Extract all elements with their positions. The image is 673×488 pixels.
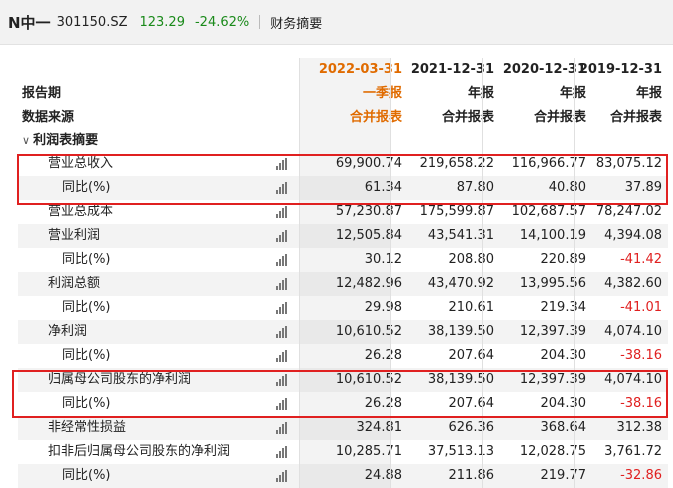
column-date[interactable]: 2021-12-31 [392, 58, 494, 82]
value-cell: 12,482.96 [335, 276, 402, 291]
table-row: 同比(%) 30.12 208.80 220.89 -41.42 [18, 248, 668, 272]
value-cell: -32.86 [620, 468, 662, 483]
value-cell: 30.12 [364, 252, 402, 267]
bar-chart-icon[interactable] [276, 248, 294, 272]
source-label: 数据来源 [22, 110, 75, 125]
financial-summary-table: 2022-03-31 2021-12-31 2020-12-31 2019-12… [18, 58, 668, 488]
value-cell: 208.80 [448, 252, 495, 267]
value-cell: 626.36 [448, 420, 495, 435]
stock-code: 301150.SZ [56, 14, 128, 30]
table-row: 营业利润 12,505.84 43,541.31 14,100.19 4,394.08 [18, 224, 668, 248]
table-row: 扣非后归属母公司股东的净利润 10,285.71 37,513.13 12,028.7… [18, 440, 668, 464]
value-cell: 219.77 [540, 468, 587, 483]
column-source: 合并报表 [533, 110, 586, 125]
value-cell: 10,285.71 [335, 444, 402, 459]
value-cell: 13,995.56 [519, 276, 586, 291]
value-cell: 207.64 [448, 348, 495, 363]
column-source: 合并报表 [441, 110, 494, 125]
value-cell: 368.64 [540, 420, 587, 435]
header-row-source: 数据来源 合并报表 合并报表 合并报表 合并报表 [18, 106, 668, 130]
column-period: 年报 [467, 86, 494, 101]
section-header[interactable]: ∨ 利润表摘要 [18, 130, 668, 152]
header-row-date: 2022-03-31 2021-12-31 2020-12-31 2019-12… [18, 58, 668, 82]
value-cell: 220.89 [540, 252, 587, 267]
value-cell: -38.16 [620, 348, 662, 363]
page-title: 财务摘要 [270, 16, 323, 32]
stock-price: 123.29 [139, 14, 185, 30]
period-label: 报告期 [22, 86, 62, 101]
value-cell: 219.34 [540, 300, 587, 315]
value-cell: 211.86 [448, 468, 495, 483]
stock-header: N中一 301150.SZ 123.29 -24.62% 财务摘要 [0, 0, 673, 45]
table-row: 同比(%) 24.88 211.86 219.77 -32.86 [18, 464, 668, 488]
value-cell: 43,470.92 [427, 276, 494, 291]
header-divider [259, 15, 261, 29]
value-cell: 312.38 [616, 420, 663, 435]
highlight-box-revenue [17, 154, 668, 205]
table-row: 利润总额 12,482.96 43,470.92 13,995.56 4,382.60 [18, 272, 668, 296]
stock-name[interactable]: N中一 [8, 12, 51, 33]
column-period: 年报 [635, 86, 662, 101]
table-row: 非经常性损益 324.81 626.36 368.64 312.38 [18, 416, 668, 440]
column-date[interactable]: 2019-12-31 [576, 58, 662, 82]
column-source: 合并报表 [609, 110, 662, 125]
header-row-period: 报告期 一季报 年报 年报 年报 [18, 82, 668, 106]
collapse-chevron-icon[interactable]: ∨ [22, 134, 30, 147]
stock-change: -24.62% [194, 14, 250, 30]
value-cell: 324.81 [356, 420, 403, 435]
column-date[interactable]: 2020-12-31 [484, 58, 586, 82]
value-cell: 37,513.13 [427, 444, 494, 459]
bar-chart-icon[interactable] [276, 344, 294, 368]
value-cell: -41.01 [620, 300, 662, 315]
bar-chart-icon[interactable] [276, 320, 294, 344]
column-period: 年报 [559, 86, 586, 101]
value-cell: 29.98 [364, 300, 402, 315]
value-cell: 26.28 [364, 348, 402, 363]
value-cell: 43,541.31 [427, 228, 494, 243]
bar-chart-icon[interactable] [276, 224, 294, 248]
value-cell: 12,505.84 [335, 228, 402, 243]
value-cell: -41.42 [620, 252, 662, 267]
value-cell: 4,394.08 [604, 228, 662, 243]
table-row: 净利润 10,610.52 38,139.50 12,397.39 4,074.10 [18, 320, 668, 344]
bar-chart-icon[interactable] [276, 440, 294, 464]
value-cell: 3,761.72 [604, 444, 662, 459]
column-divider [482, 58, 483, 488]
column-divider [574, 58, 575, 488]
value-cell: 12,028.75 [519, 444, 586, 459]
value-cell: 204.30 [540, 348, 587, 363]
table-row: 同比(%) 29.98 210.61 219.34 -41.01 [18, 296, 668, 320]
column-source: 合并报表 [349, 110, 402, 125]
value-cell: 4,382.60 [604, 276, 662, 291]
bar-chart-icon[interactable] [276, 296, 294, 320]
column-divider [390, 58, 391, 488]
value-cell: 10,610.52 [335, 324, 402, 339]
bar-chart-icon[interactable] [276, 272, 294, 296]
value-cell: 14,100.19 [519, 228, 586, 243]
value-cell: 210.61 [448, 300, 495, 315]
column-date[interactable]: 2022-03-31 [300, 58, 402, 82]
highlight-box-net-profit [12, 370, 668, 418]
column-period: 一季报 [362, 86, 402, 101]
value-cell: 12,397.39 [519, 324, 586, 339]
bar-chart-icon[interactable] [276, 464, 294, 488]
value-cell: 4,074.10 [604, 324, 662, 339]
table-row: 同比(%) 26.28 207.64 204.30 -38.16 [18, 344, 668, 368]
value-cell: 38,139.50 [427, 324, 494, 339]
value-cell: 24.88 [364, 468, 402, 483]
column-divider [299, 58, 300, 488]
bar-chart-icon[interactable] [276, 416, 294, 440]
section-title: 利润表摘要 [33, 133, 99, 148]
